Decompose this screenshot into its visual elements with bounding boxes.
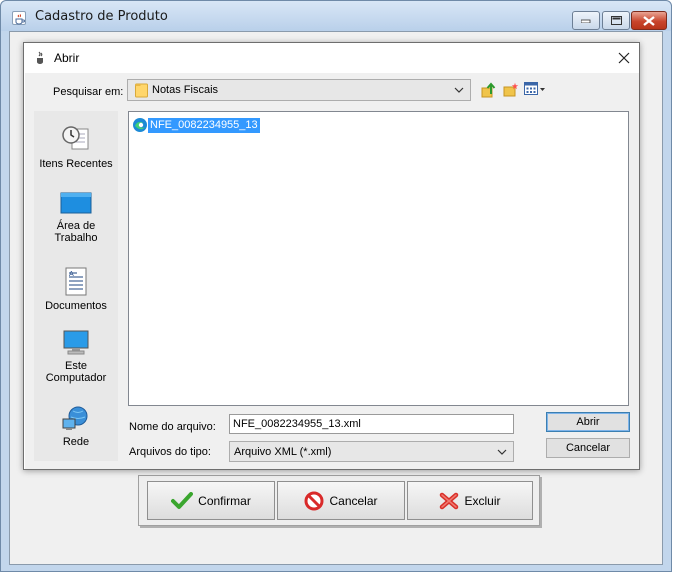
look-in-label: Pesquisar em: [53, 86, 124, 98]
chevron-down-icon [454, 87, 464, 93]
place-recent-items-label: Itens Recentes [39, 158, 113, 170]
delete-button-label: Excluir [464, 493, 501, 508]
minimize-icon [581, 19, 591, 23]
edge-file-icon [133, 118, 147, 132]
open-file-dialog: Abrir Pesquisar em: Notas Fiscais Itens … [23, 42, 640, 470]
file-type-value: Arquivo XML (*.xml) [234, 446, 332, 458]
documents-icon: A [65, 267, 87, 296]
confirm-button[interactable]: Confirmar [147, 481, 275, 520]
place-network[interactable]: Rede [34, 405, 118, 448]
dialog-body: Pesquisar em: Notas Fiscais Itens Recent… [25, 73, 639, 469]
desktop-icon [60, 192, 92, 214]
delete-x-icon [440, 492, 459, 509]
file-name-text: NFE_0082234955_13 [148, 117, 260, 133]
close-icon [643, 15, 655, 26]
file-name-label: Nome do arquivo: [129, 421, 216, 433]
cancel-operation-button[interactable]: Cancelar [277, 481, 405, 520]
up-folder-icon[interactable] [481, 82, 497, 98]
action-button-bar: Confirmar Cancelar Excluir [138, 475, 540, 526]
chevron-down-icon [497, 449, 507, 455]
place-documents[interactable]: A Documentos [34, 267, 118, 312]
place-this-computer-label: Este Computador [45, 360, 107, 384]
prohibited-icon [304, 491, 324, 510]
dialog-titlebar[interactable]: Abrir [24, 43, 639, 73]
place-recent-items[interactable]: Itens Recentes [34, 123, 118, 170]
main-window-title: Cadastro de Produto [35, 9, 168, 24]
close-icon [618, 52, 630, 64]
java-logo-icon [37, 51, 43, 64]
file-list-item[interactable]: NFE_0082234955_13 [132, 117, 260, 133]
main-window-titlebar[interactable]: Cadastro de Produto [1, 1, 671, 31]
cancel-button[interactable]: Cancelar [546, 438, 630, 458]
folder-icon [135, 83, 148, 98]
place-documents-label: Documentos [45, 300, 107, 312]
computer-icon [63, 330, 89, 355]
file-name-input[interactable]: NFE_0082234955_13.xml [229, 414, 514, 434]
dialog-title: Abrir [54, 51, 80, 65]
maximize-button[interactable] [602, 11, 630, 30]
close-window-button[interactable] [631, 11, 667, 30]
look-in-value: Notas Fiscais [152, 84, 219, 96]
delete-button[interactable]: Excluir [407, 481, 533, 520]
dialog-close-button[interactable] [613, 48, 635, 68]
recent-items-icon [62, 126, 89, 150]
confirm-button-label: Confirmar [198, 493, 251, 508]
network-icon [62, 406, 88, 430]
checkmark-icon [171, 491, 194, 509]
place-network-label: Rede [62, 436, 90, 448]
file-list[interactable]: NFE_0082234955_13 [128, 111, 629, 406]
file-type-dropdown[interactable]: Arquivo XML (*.xml) [229, 441, 514, 462]
place-desktop-label: Área de Trabalho [54, 220, 98, 244]
maximize-icon [610, 16, 622, 25]
new-folder-icon[interactable] [503, 82, 519, 98]
places-sidebar: Itens Recentes Área de Trabalho A Docume… [34, 111, 118, 461]
java-cup-icon [12, 11, 26, 25]
minimize-button[interactable] [572, 11, 600, 30]
cancel-operation-button-label: Cancelar [329, 493, 378, 508]
view-menu-icon[interactable] [524, 82, 546, 96]
svg-text:A: A [69, 270, 74, 278]
file-type-label: Arquivos do tipo: [129, 446, 211, 458]
place-desktop[interactable]: Área de Trabalho [34, 191, 118, 244]
look-in-dropdown[interactable]: Notas Fiscais [127, 79, 471, 101]
place-this-computer[interactable]: Este Computador [34, 329, 118, 384]
open-button[interactable]: Abrir [546, 412, 630, 432]
